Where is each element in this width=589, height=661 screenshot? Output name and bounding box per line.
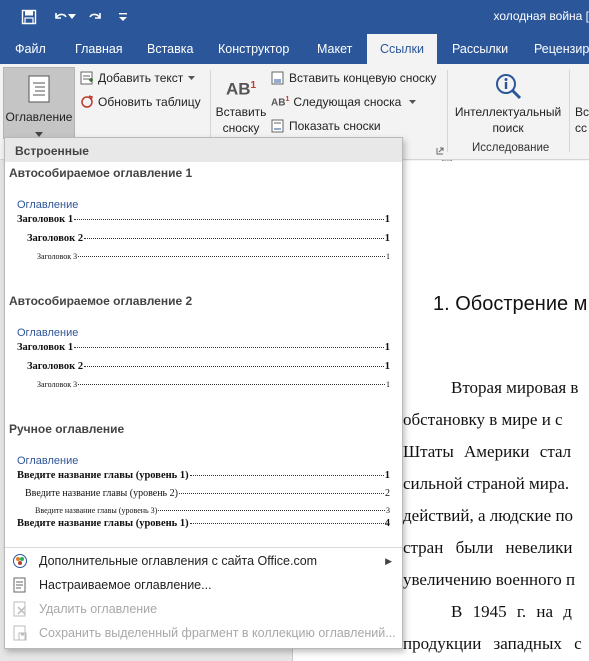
- toc-preview-line: Введите название главы (уровень 1) 1: [17, 470, 390, 481]
- toc-preview-heading: Оглавление: [17, 455, 79, 467]
- group-separator: [447, 70, 448, 152]
- truncated-ribbon-label-1: Вс: [575, 105, 589, 119]
- insert-endnote-label: Вставить концевую сноску: [289, 71, 437, 85]
- insert-footnote-button[interactable]: AB1 Вставить сноску: [214, 78, 268, 136]
- chevron-down-icon: [409, 99, 417, 104]
- more-tocs-office-item[interactable]: Дополнительные оглавления с сайта Office…: [5, 549, 402, 573]
- update-table-button[interactable]: Обновить таблицу: [80, 95, 201, 109]
- document-line: продукции западных с: [403, 634, 582, 653]
- toc-preview-line: Введите название главы (уровень 3) 3: [35, 506, 390, 515]
- next-footnote-label: Следующая сноска: [293, 95, 402, 109]
- tab-layout[interactable]: Макет: [317, 34, 352, 64]
- toc-preview-line: Введите название главы (уровень 2) 2: [25, 488, 390, 499]
- toc-settings-icon: [5, 577, 35, 593]
- tab-insert[interactable]: Вставка: [147, 34, 193, 64]
- toc-preview-line: Заголовок 31: [37, 252, 390, 261]
- undo-dropdown-icon[interactable]: [66, 7, 78, 27]
- gallery-title: Автособираемое оглавление 2: [9, 294, 193, 308]
- add-text-button[interactable]: Добавить текст: [80, 71, 196, 85]
- endnote-icon: [271, 71, 284, 85]
- smart-lookup-label-1: Интеллектуальный: [454, 105, 562, 119]
- document-line: увеличению военного п: [403, 570, 576, 589]
- show-notes-icon: [271, 119, 284, 133]
- document-line: действий, а людские по: [403, 506, 574, 525]
- smart-lookup-icon: [452, 70, 564, 104]
- smart-lookup-button[interactable]: Интеллектуальный поиск: [452, 70, 564, 136]
- chevron-down-icon: [188, 75, 196, 80]
- document-line: В 1945 г. на д: [451, 602, 572, 621]
- footnote-icon: AB1: [225, 79, 257, 99]
- redo-icon[interactable]: [84, 7, 106, 27]
- update-table-icon: [81, 95, 93, 108]
- toc-icon: [26, 75, 52, 106]
- truncated-ribbon-button[interactable]: Вс сс: [575, 104, 589, 136]
- ribbon-tabs: Файл Главная Вставка Конструктор Макет С…: [0, 34, 589, 64]
- next-footnote-button[interactable]: AB1 Следующая сноска: [271, 95, 417, 109]
- research-group-label: Исследование: [472, 142, 550, 154]
- toc-preview-line: Заголовок 21: [27, 233, 390, 244]
- document-line: Штаты Америки стал: [403, 442, 572, 461]
- save-icon[interactable]: [18, 7, 40, 27]
- tab-design[interactable]: Конструктор: [218, 34, 289, 64]
- menu-item-label: Сохранить выделенный фрагмент в коллекци…: [39, 626, 396, 640]
- toc-preview-line: Заголовок 31: [37, 380, 390, 389]
- document-line: Вторая мировая в: [451, 378, 579, 397]
- tab-references[interactable]: Ссылки: [367, 34, 438, 64]
- toc-button[interactable]: Оглавление: [3, 67, 75, 139]
- insert-footnote-label-1: Вставить: [215, 105, 267, 119]
- custom-toc-item[interactable]: Настраиваемое оглавление...: [5, 573, 402, 597]
- title-bar: холодная война [: [0, 0, 589, 34]
- insert-footnote-label-2: сноску: [222, 121, 260, 135]
- smart-lookup-label-2: поиск: [492, 121, 524, 135]
- toc-preview-line: Заголовок 21: [27, 361, 390, 372]
- tab-home[interactable]: Главная: [75, 34, 123, 64]
- submenu-arrow-icon: ▶: [385, 555, 392, 566]
- window-title: холодная война [: [493, 9, 589, 23]
- builtin-section-header: Встроенные: [5, 138, 402, 162]
- toc-preview-line: Заголовок 11: [17, 342, 390, 353]
- toc-preview-line: Заголовок 11: [17, 214, 390, 225]
- add-text-icon: [80, 71, 93, 85]
- dialog-launcher-icon[interactable]: [436, 144, 444, 158]
- update-table-label: Обновить таблицу: [98, 95, 201, 109]
- menu-item-label: Настраиваемое оглавление...: [39, 578, 212, 592]
- office-gallery-icon: [5, 553, 35, 569]
- toc-gallery-manual[interactable]: Ручное оглавление Оглавление Введите наз…: [5, 418, 402, 542]
- toc-preview-heading: Оглавление: [17, 199, 79, 211]
- next-footnote-icon: AB1: [271, 95, 290, 109]
- insert-endnote-button[interactable]: Вставить концевую сноску: [271, 71, 436, 85]
- menu-item-label: Удалить оглавление: [39, 602, 158, 616]
- show-notes-label: Показать сноски: [289, 119, 381, 133]
- document-line: стран были невелики: [403, 538, 573, 557]
- tab-review[interactable]: Рецензиро: [534, 34, 589, 64]
- toc-preview-heading: Оглавление: [17, 327, 79, 339]
- toc-gallery-automatic-1[interactable]: Автособираемое оглавление 1 Оглавление З…: [5, 162, 402, 280]
- menu-divider: [5, 547, 402, 548]
- group-separator: [569, 70, 570, 152]
- menu-item-label: Дополнительные оглавления с сайта Office…: [39, 554, 318, 568]
- document-line: обстановку в мире и с: [403, 410, 563, 429]
- document-heading: 1. Обострение м: [433, 293, 588, 315]
- remove-toc-icon: [5, 601, 35, 617]
- document-line: сильной страной мира.: [403, 474, 570, 493]
- gallery-title: Ручное оглавление: [9, 422, 125, 436]
- gallery-title: Автособираемое оглавление 1: [9, 166, 193, 180]
- save-selection-icon: [5, 625, 35, 641]
- toc-dropdown: Встроенные Автособираемое оглавление 1 О…: [4, 137, 403, 649]
- toc-button-label: Оглавление: [5, 110, 73, 124]
- customize-quick-access-icon[interactable]: [112, 7, 134, 27]
- tab-mailings[interactable]: Рассылки: [452, 34, 508, 64]
- remove-toc-item[interactable]: Удалить оглавление: [5, 597, 402, 621]
- save-selection-item[interactable]: Сохранить выделенный фрагмент в коллекци…: [5, 621, 402, 645]
- add-text-label: Добавить текст: [98, 71, 184, 85]
- show-notes-button[interactable]: Показать сноски: [271, 119, 381, 133]
- truncated-ribbon-label-2: сс: [575, 121, 587, 135]
- toc-preview-line: Введите название главы (уровень 1) 4: [17, 518, 390, 529]
- tab-file[interactable]: Файл: [15, 34, 46, 64]
- toc-gallery-automatic-2[interactable]: Автособираемое оглавление 2 Оглавление З…: [5, 290, 402, 408]
